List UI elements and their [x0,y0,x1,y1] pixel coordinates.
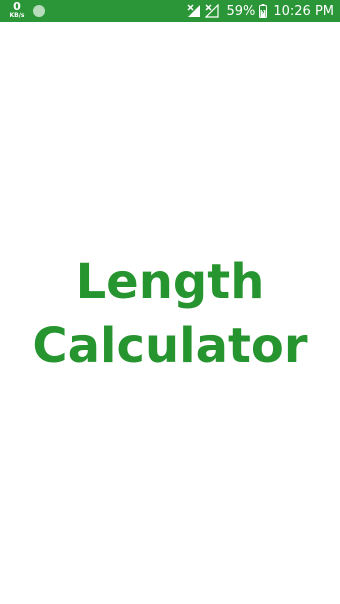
signal-no-service-icon [205,4,220,18]
network-speed-value: 0 [13,0,21,13]
status-icons: 59% 10:26 PM [187,0,334,22]
app-title-line-2: Calculator [32,318,308,374]
network-speed-unit: KB/s [9,12,25,19]
app-title-line-1: Length [75,254,265,310]
app-title: Length Calculator [0,250,340,378]
status-bar: 0 KB/s 59% 10:26 PM [0,0,340,22]
battery-percentage: 59% [226,3,256,19]
network-speed-indicator: 0 KB/s [6,1,28,19]
signal-no-service-icon [187,4,201,18]
notification-dot-icon [33,5,45,17]
clock: 10:26 PM [273,3,334,19]
battery-charging-icon [259,4,268,18]
